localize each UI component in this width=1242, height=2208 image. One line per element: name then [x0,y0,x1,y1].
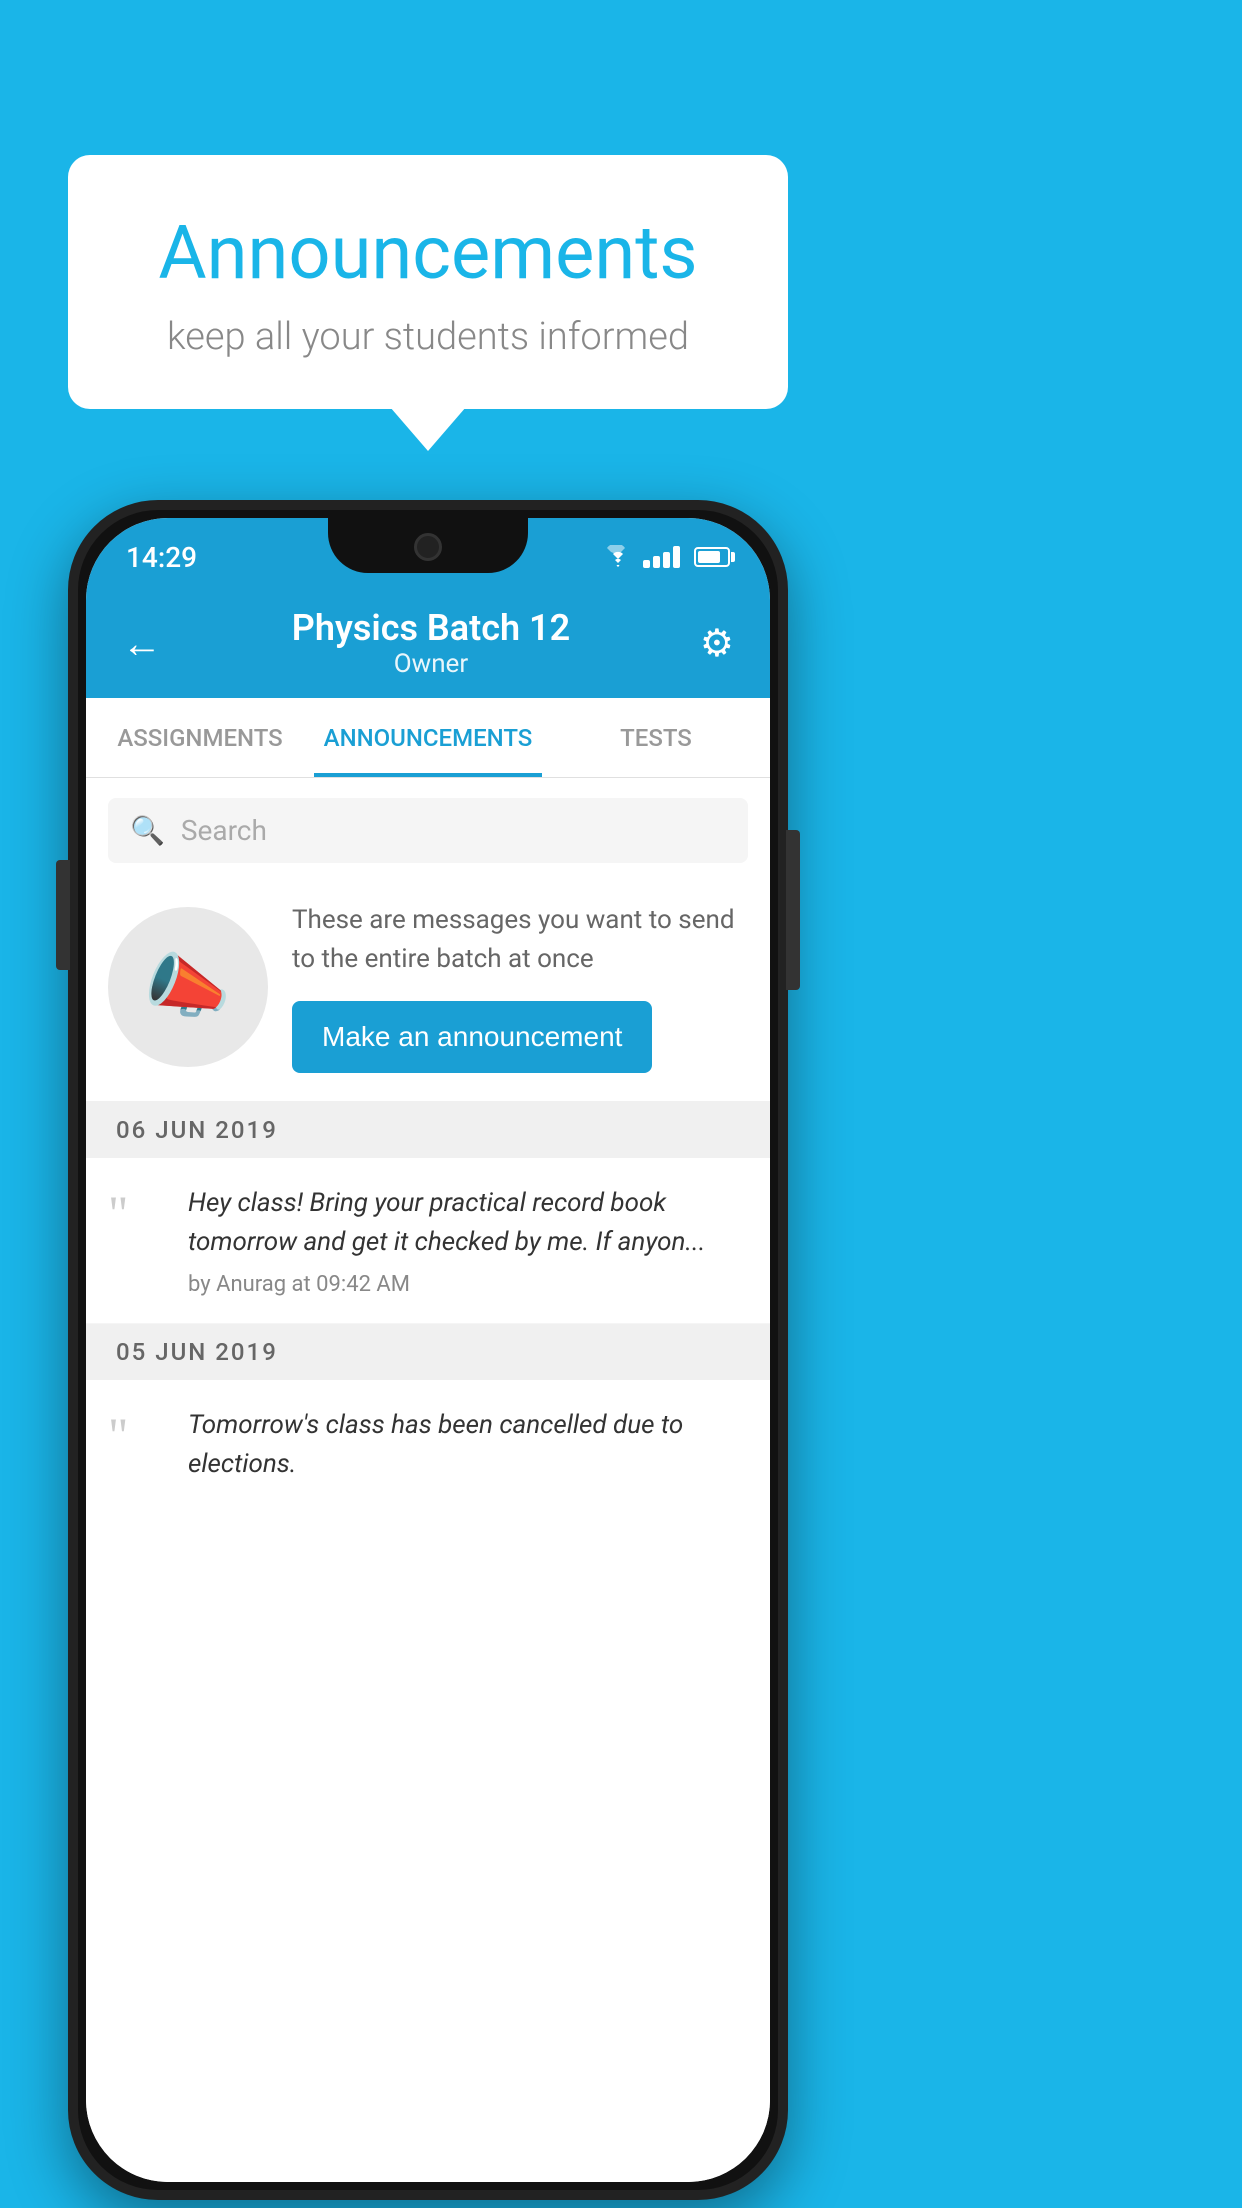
wifi-icon [603,545,633,569]
phone-screen: 14:29 [86,518,770,2182]
phone-mockup: 14:29 [68,500,788,2200]
search-placeholder: Search [181,814,267,847]
promo-description: These are messages you want to send to t… [292,901,748,979]
phone-notch [328,518,528,573]
announcement-text-1: Hey class! Bring your practical record b… [188,1184,748,1262]
promo-icon-circle: 📣 [108,907,268,1067]
phone-outer: 14:29 [68,500,788,2200]
tab-assignments[interactable]: ASSIGNMENTS [86,698,314,777]
tabs-bar: ASSIGNMENTS ANNOUNCEMENTS TESTS [86,698,770,778]
speech-bubble: Announcements keep all your students inf… [68,155,788,409]
bubble-subtitle: keep all your students informed [128,315,728,359]
announcement-text-2: Tomorrow's class has been cancelled due … [188,1406,748,1484]
quote-icon-2: " [108,1410,168,1460]
quote-icon-1: " [108,1188,168,1238]
status-icons [603,537,730,569]
bubble-title: Announcements [128,210,728,297]
tab-tests[interactable]: TESTS [542,698,770,777]
status-time: 14:29 [126,533,197,574]
content-area: 🔍 Search 📣 These are messages you want t… [86,778,770,2182]
promo-right: These are messages you want to send to t… [292,901,748,1073]
announcement-meta-1: by Anurag at 09:42 AM [188,1272,748,1297]
battery-icon [694,547,730,567]
announcement-content-1: Hey class! Bring your practical record b… [188,1184,748,1297]
date-separator-2: 05 JUN 2019 [86,1324,770,1380]
announcement-content-2: Tomorrow's class has been cancelled due … [188,1406,748,1494]
promo-section: 📣 These are messages you want to send to… [86,873,770,1102]
app-bar-title: Physics Batch 12 [292,607,570,649]
app-bar-subtitle: Owner [292,649,570,679]
app-bar: ← Physics Batch 12 Owner ⚙ [86,588,770,698]
camera [414,533,442,561]
search-icon: 🔍 [130,814,165,847]
date-separator-1: 06 JUN 2019 [86,1102,770,1158]
signal-icon [643,546,680,568]
back-button[interactable]: ← [122,620,162,667]
megaphone-icon: 📣 [144,946,231,1028]
announcement-item-1: " Hey class! Bring your practical record… [86,1158,770,1324]
app-bar-title-group: Physics Batch 12 Owner [292,607,570,679]
make-announcement-button[interactable]: Make an announcement [292,1001,652,1073]
settings-button[interactable]: ⚙ [700,621,734,666]
speech-bubble-container: Announcements keep all your students inf… [68,155,788,409]
tab-announcements[interactable]: ANNOUNCEMENTS [314,698,542,777]
search-bar[interactable]: 🔍 Search [108,798,748,863]
announcement-item-2: " Tomorrow's class has been cancelled du… [86,1380,770,1520]
